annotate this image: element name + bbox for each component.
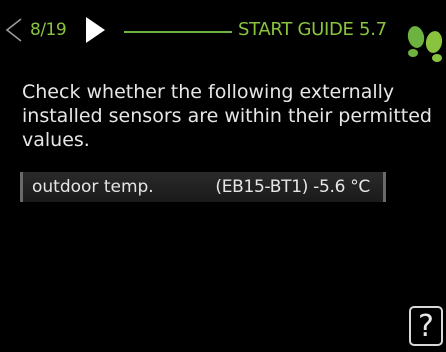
sensor-value: (EB15-BT1) -5.6 °C [215,177,370,197]
play-right-icon[interactable] [83,16,107,44]
sensor-row-outdoor-temp[interactable]: outdoor temp. (EB15-BT1) -5.6 °C [20,172,386,202]
chevron-left-icon[interactable] [4,17,24,43]
header: 8/19 START GUIDE 5.7 [0,0,446,62]
start-guide-screen: 8/19 START GUIDE 5.7 Check whether the f… [0,0,446,352]
footprints-icon [407,26,443,62]
page-counter: 8/19 [30,20,67,40]
page-title: START GUIDE 5.7 [238,19,387,40]
instruction-text: Check whether the following externally i… [22,81,432,151]
header-divider [124,31,232,33]
sensor-name: outdoor temp. [32,177,154,197]
help-button[interactable]: ? [409,306,443,346]
help-question-icon: ? [418,309,434,344]
